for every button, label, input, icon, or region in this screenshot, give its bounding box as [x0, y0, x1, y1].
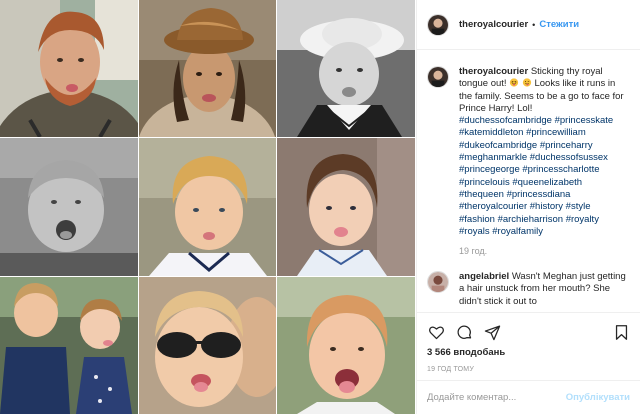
hashtag-link[interactable]: #archieharrison: [498, 214, 563, 225]
hashtag-link[interactable]: #princeharry: [540, 140, 593, 151]
photo-tile-louis-charlotte: [0, 277, 138, 414]
hashtag-link[interactable]: #princelouis: [459, 177, 510, 188]
post-actions: 3 566 вподобань 19 ГОД ТОМУ Опублікувати: [417, 312, 640, 414]
photo-tile-harry: [0, 0, 138, 137]
hashtag-link[interactable]: #thequeen: [459, 189, 504, 200]
comment-icon[interactable]: [453, 321, 475, 343]
caption-time-ago[interactable]: 19 год.: [459, 246, 630, 256]
post-side-panel: theroyalcourier • Стежити theroyalcourie…: [416, 0, 640, 414]
hashtag-link[interactable]: #history: [530, 201, 563, 212]
hashtag-link[interactable]: #princewilliam: [526, 127, 586, 138]
hashtag-link[interactable]: #fashion: [459, 214, 495, 225]
squinting-tongue-emoji-icon: [509, 78, 519, 87]
add-comment-bar: Опублікувати: [417, 380, 640, 414]
photo-tile-george: [139, 138, 276, 276]
hashtag-link[interactable]: #duchessofsussex: [530, 152, 608, 163]
comments-section[interactable]: theroyalcourier Sticking thy royal tongu…: [417, 50, 640, 312]
hashtag-link[interactable]: #meghanmarkle: [459, 152, 527, 163]
add-comment-input[interactable]: [427, 392, 566, 403]
hashtag-link[interactable]: #queenelizabeth: [512, 177, 582, 188]
comment-text: angelabriel Wasn't Meghan just getting a…: [459, 271, 627, 308]
hashtag-link[interactable]: #princesskate: [555, 115, 614, 126]
photo-tile-meghan: [139, 0, 276, 137]
comment-avatar[interactable]: [427, 271, 449, 294]
hashtag-link[interactable]: #princessdiana: [507, 189, 571, 200]
hashtag-link[interactable]: #katemiddleton: [459, 127, 523, 138]
photo-tile-baby-bw: [0, 138, 138, 276]
hashtag-list: #duchessofcambridge #princesskate #katem…: [459, 115, 613, 237]
post-header: theroyalcourier • Стежити: [417, 0, 640, 50]
photo-tile-harry-child: [277, 277, 415, 414]
caption-username[interactable]: theroyalcourier: [459, 66, 528, 77]
publish-button[interactable]: Опублікувати: [566, 392, 630, 403]
photo-tile-charlotte: [277, 138, 415, 276]
post-date[interactable]: 19 ГОД ТОМУ: [417, 366, 640, 373]
hashtag-link[interactable]: #dukeofcambridge: [459, 140, 537, 151]
hashtag-link[interactable]: #royals: [459, 226, 490, 237]
comment-item: angelabriel Wasn't Meghan just getting a…: [427, 271, 630, 308]
avatar[interactable]: [427, 13, 449, 36]
heart-icon[interactable]: [425, 321, 447, 343]
photo-tile-william-child: [277, 0, 415, 137]
winking-tongue-emoji-icon: [522, 78, 532, 87]
follow-button[interactable]: Стежити: [539, 19, 579, 30]
hashtag-link[interactable]: #duchessofcambridge: [459, 115, 552, 126]
bookmark-icon[interactable]: [610, 321, 632, 343]
hashtag-link[interactable]: #theroyalcourier: [459, 201, 527, 212]
comment-username[interactable]: angelabriel: [459, 271, 509, 282]
header-separator: •: [532, 19, 536, 30]
post-image-collage[interactable]: [0, 0, 415, 414]
hashtag-link[interactable]: #royalfamily: [492, 226, 543, 237]
header-username[interactable]: theroyalcourier: [459, 19, 528, 30]
caption: theroyalcourier Sticking thy royal tongu…: [427, 66, 630, 238]
photo-tile-louis-sunglasses: [139, 277, 276, 414]
hashtag-link[interactable]: #princesscharlotte: [522, 164, 599, 175]
likes-count[interactable]: 3 566 вподобань: [417, 347, 640, 358]
hashtag-link[interactable]: #style: [566, 201, 591, 212]
hashtag-link[interactable]: #princegeorge: [459, 164, 520, 175]
caption-avatar[interactable]: [427, 66, 449, 88]
hashtag-link[interactable]: #royalty: [566, 214, 599, 225]
caption-text: theroyalcourier Sticking thy royal tongu…: [459, 66, 627, 238]
share-icon[interactable]: [481, 321, 503, 343]
